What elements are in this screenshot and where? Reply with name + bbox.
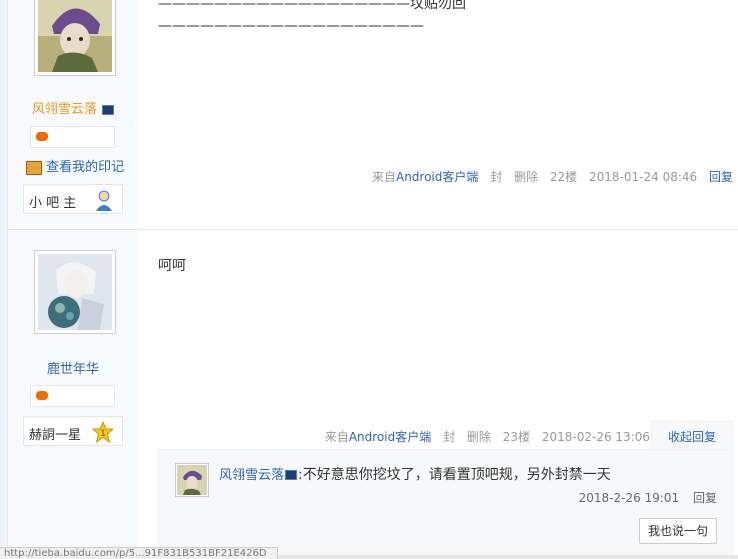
- post-content: ——————————————————坟贴勿回 —————————————————…: [158, 0, 466, 36]
- author-name[interactable]: 鹿世年华: [8, 358, 138, 377]
- post-22: 风翎雪云落 查看我的印记 小 吧 主 ——————————————————坟贴勿…: [8, 0, 738, 230]
- sub-reply-area: 风翎雪云落 :不好意思你挖坟了，请看置顶吧规，另外封禁一天 2018-2-26 1…: [158, 449, 733, 559]
- sub-reply-time: 2018-2-26 19:01: [578, 491, 680, 505]
- browser-status-bar: http://tieba.baidu.com/p/5...91F831B531B…: [0, 547, 278, 559]
- reply-link[interactable]: 回复: [709, 170, 733, 184]
- sub-reply-line: 风翎雪云落 :不好意思你挖坟了，请看置顶吧规，另外封禁一天: [219, 464, 611, 484]
- sub-reply-text: :不好意思你挖坟了，请看置顶吧规，另外封禁一天: [298, 467, 611, 483]
- badge-label: 赫詷一星: [29, 428, 82, 443]
- computer-icon: [285, 470, 298, 480]
- author-name-text[interactable]: 风翎雪云落: [32, 102, 97, 117]
- post-tail: 来自Android客户端 封 删除 22楼 2018-01-24 08:46 回…: [372, 168, 733, 185]
- delete-link[interactable]: 删除: [514, 170, 538, 184]
- book-icon: [26, 160, 42, 175]
- sub-reply-meta: 2018-2-26 19:01 回复: [579, 489, 717, 506]
- sub-reply-avatar[interactable]: [175, 463, 209, 497]
- collapse-replies-button[interactable]: 收起回复: [651, 421, 733, 451]
- ban-link[interactable]: 封: [490, 170, 502, 184]
- author-column: 风翎雪云落 查看我的印记 小 吧 主: [8, 0, 138, 229]
- level-box[interactable]: [30, 126, 115, 148]
- floor-number: 23楼: [502, 430, 531, 444]
- badge-box[interactable]: 小 吧 主: [23, 184, 123, 214]
- sub-reply-author[interactable]: 风翎雪云落: [219, 468, 284, 483]
- floor-number: 22楼: [549, 170, 578, 184]
- view-my-mark-link[interactable]: 查看我的印记: [46, 160, 124, 175]
- post-tail: 来自Android客户端 封 删除 23楼 2018-02-26 13:06: [325, 428, 650, 445]
- horizontal-scrollbar[interactable]: [278, 555, 738, 559]
- client-prefix: 来自: [324, 430, 349, 444]
- level-box[interactable]: [30, 385, 115, 407]
- gamepad-icon: [36, 391, 48, 400]
- computer-icon: [102, 104, 115, 115]
- avatar-image-icon: [38, 254, 112, 330]
- view-my-mark[interactable]: 查看我的印记: [26, 156, 124, 175]
- content-line: ——————————————————坟贴勿回: [158, 0, 466, 12]
- gamepad-icon: [36, 132, 48, 141]
- star-icon: 1: [91, 420, 115, 446]
- android-client-link[interactable]: Android客户端: [349, 430, 431, 444]
- post-23: 鹿世年华 赫詷一星 1 呵呵 来自Android客户端 封 删除 23楼 201…: [8, 231, 738, 559]
- delete-link[interactable]: 删除: [467, 430, 491, 444]
- author-avatar[interactable]: [34, 250, 116, 334]
- badge-label: 小 吧 主: [29, 196, 77, 211]
- avatar-image-icon: [177, 465, 207, 495]
- user-icon: [94, 189, 114, 214]
- add-comment-button[interactable]: 我也说一句: [639, 518, 717, 544]
- author-name[interactable]: 风翎雪云落: [8, 98, 138, 117]
- android-client-link[interactable]: Android客户端: [396, 170, 478, 184]
- sub-reply-reply-link[interactable]: 回复: [693, 491, 717, 505]
- post-time: 2018-01-24 08:46: [589, 170, 698, 184]
- post-content: 呵呵: [158, 258, 186, 274]
- star-level-text: 1: [100, 429, 106, 439]
- post-time: 2018-02-26 13:06: [541, 430, 650, 444]
- author-column: 鹿世年华 赫詷一星 1: [8, 231, 138, 559]
- avatar-image-icon: [38, 0, 112, 72]
- author-avatar[interactable]: [34, 0, 116, 76]
- left-edge: [0, 0, 8, 559]
- badge-box[interactable]: 赫詷一星 1: [23, 416, 123, 446]
- ban-link[interactable]: 封: [443, 430, 455, 444]
- content-line: ———————————————————: [158, 18, 424, 34]
- client-prefix: 来自: [371, 170, 396, 184]
